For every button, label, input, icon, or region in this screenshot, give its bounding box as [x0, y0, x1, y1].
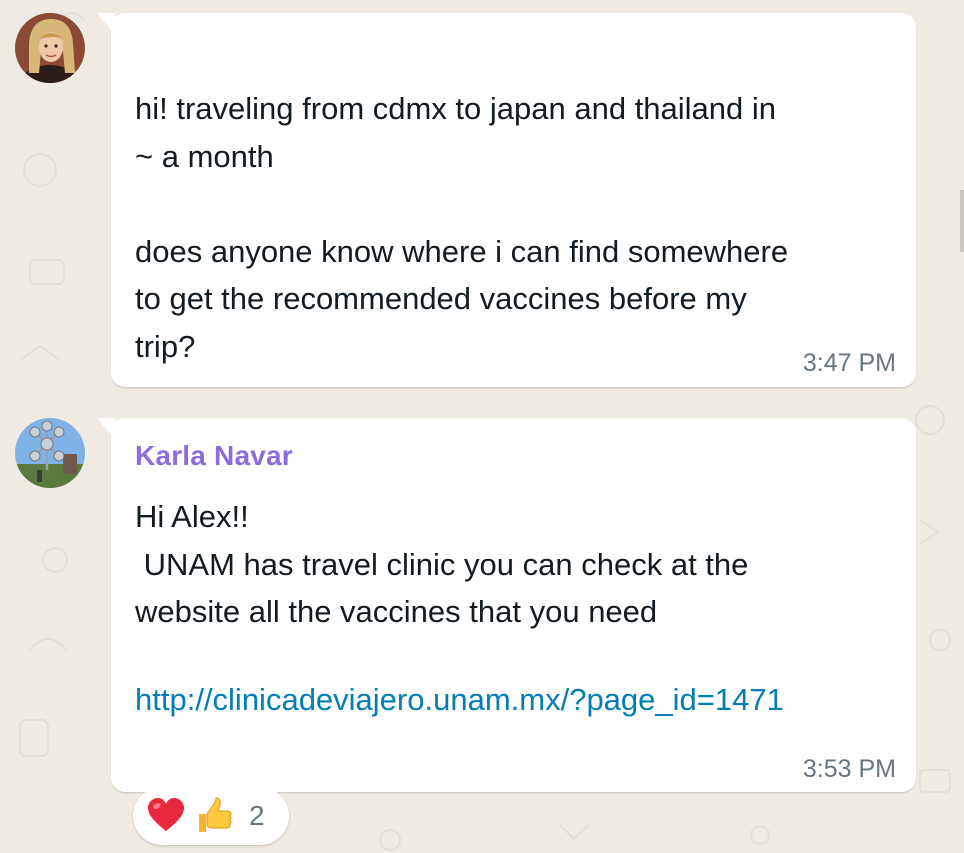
message-timestamp: 3:53 PM	[802, 755, 896, 783]
avatar-photo-woman	[15, 13, 85, 83]
reactions-pill[interactable]: 2	[133, 787, 289, 845]
avatar-photo-atomium	[15, 418, 85, 488]
thumbs-up-emoji-icon	[199, 797, 232, 832]
sender-name[interactable]: Karla Navar	[135, 440, 293, 472]
message-bubble[interactable]: Karla Navar Hi Alex!! UNAM has travel cl…	[97, 418, 916, 792]
heart-emoji-icon	[148, 798, 184, 831]
bubble-tail	[97, 13, 115, 35]
bubble-tail	[97, 418, 115, 440]
message-text: hi! traveling from cdmx to japan and tha…	[135, 91, 789, 364]
user-avatar[interactable]	[15, 13, 85, 83]
reaction-count: 2	[249, 800, 265, 831]
scrollbar-track[interactable]	[960, 190, 964, 252]
message-timestamp: 3:47 PM	[802, 349, 896, 377]
message-text: Hi Alex!! UNAM has travel clinic you can…	[135, 499, 749, 629]
sender-avatar[interactable]	[15, 418, 85, 488]
message-bubble[interactable]: hi! traveling from cdmx to japan and tha…	[97, 13, 916, 387]
message-link[interactable]: http://clinicadeviajero.unam.mx/?page_id…	[135, 682, 784, 718]
